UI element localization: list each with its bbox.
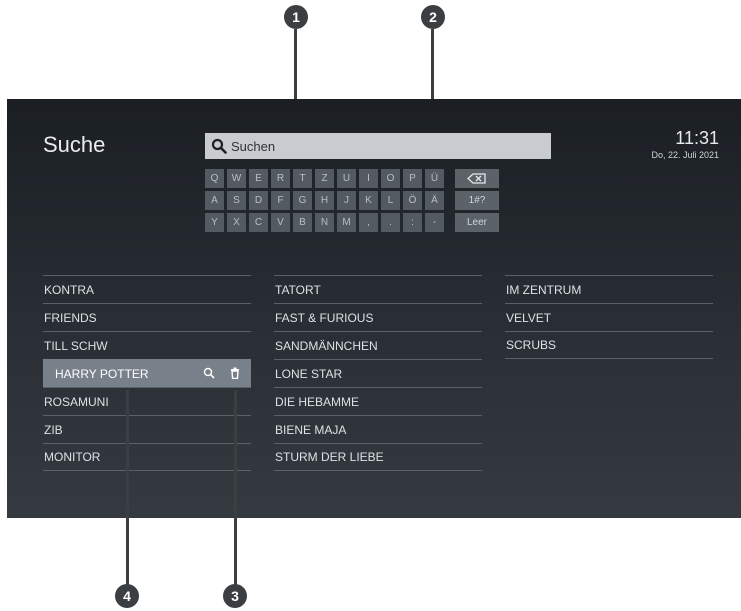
search-icon bbox=[211, 138, 227, 154]
key[interactable]: - bbox=[425, 213, 444, 232]
callout-2: 2 bbox=[421, 5, 445, 29]
key[interactable]: Z bbox=[315, 169, 334, 188]
key[interactable]: H bbox=[315, 191, 334, 210]
callout-3-line bbox=[234, 390, 237, 586]
history-item[interactable]: IM ZENTRUM bbox=[505, 275, 713, 303]
history-item[interactable]: DIE HEBAMME bbox=[274, 387, 482, 415]
key[interactable]: N bbox=[315, 213, 334, 232]
callout-1: 1 bbox=[284, 5, 308, 29]
search-input[interactable]: Suchen bbox=[205, 133, 551, 159]
space-key[interactable]: Leer bbox=[455, 213, 499, 232]
history-item[interactable]: VELVET bbox=[505, 303, 713, 331]
clock-date: Do, 22. Juli 2021 bbox=[651, 150, 719, 160]
key[interactable]: Ö bbox=[403, 191, 422, 210]
backspace-icon bbox=[467, 173, 486, 184]
key[interactable]: C bbox=[249, 213, 268, 232]
key[interactable]: O bbox=[381, 169, 400, 188]
callout-4-line bbox=[126, 390, 129, 586]
key[interactable]: X bbox=[227, 213, 246, 232]
key[interactable]: Ü bbox=[425, 169, 444, 188]
keyboard-row-2: A S D F G H J K L Ö Ä 1#? bbox=[205, 191, 502, 210]
key[interactable]: I bbox=[359, 169, 378, 188]
search-icon[interactable] bbox=[203, 367, 215, 379]
search-placeholder: Suchen bbox=[231, 138, 276, 154]
key[interactable]: Q bbox=[205, 169, 224, 188]
history-item[interactable]: TILL SCHW bbox=[43, 331, 251, 359]
key[interactable]: . bbox=[381, 213, 400, 232]
key[interactable]: U bbox=[337, 169, 356, 188]
key[interactable]: S bbox=[227, 191, 246, 210]
clock: 11:31 Do, 22. Juli 2021 bbox=[651, 129, 719, 160]
key[interactable]: B bbox=[293, 213, 312, 232]
history-item-actions bbox=[203, 367, 241, 379]
key[interactable]: J bbox=[337, 191, 356, 210]
page-title: Suche bbox=[43, 132, 106, 157]
key[interactable]: Y bbox=[205, 213, 224, 232]
history-item[interactable]: STURM DER LIEBE bbox=[274, 443, 482, 471]
callout-4: 4 bbox=[115, 584, 139, 608]
key[interactable]: W bbox=[227, 169, 246, 188]
history-item[interactable]: FRIENDS bbox=[43, 303, 251, 331]
on-screen-keyboard: Q W E R T Z U I O P Ü A S D F G H J K L … bbox=[205, 169, 502, 235]
key[interactable]: Ä bbox=[425, 191, 444, 210]
key[interactable]: T bbox=[293, 169, 312, 188]
keyboard-row-1: Q W E R T Z U I O P Ü bbox=[205, 169, 502, 188]
history-item[interactable]: LONE STAR bbox=[274, 359, 482, 387]
history-column-2: TATORT FAST & FURIOUS SANDMÄNNCHEN LONE … bbox=[274, 275, 482, 471]
key[interactable]: E bbox=[249, 169, 268, 188]
symbols-key[interactable]: 1#? bbox=[455, 191, 499, 210]
key[interactable]: G bbox=[293, 191, 312, 210]
key[interactable]: F bbox=[271, 191, 290, 210]
key[interactable]: L bbox=[381, 191, 400, 210]
history-item-label: HARRY POTTER bbox=[55, 366, 149, 381]
key[interactable]: P bbox=[403, 169, 422, 188]
history-column-3: IM ZENTRUM VELVET SCRUBS bbox=[505, 275, 713, 359]
trash-icon[interactable] bbox=[229, 367, 241, 379]
key[interactable]: K bbox=[359, 191, 378, 210]
history-item[interactable]: TATORT bbox=[274, 275, 482, 303]
history-item[interactable]: MONITOR bbox=[43, 443, 251, 471]
history-item[interactable]: FAST & FURIOUS bbox=[274, 303, 482, 331]
key[interactable]: A bbox=[205, 191, 224, 210]
callout-3: 3 bbox=[223, 584, 247, 608]
tv-screen: Suche 11:31 Do, 22. Juli 2021 Suchen Q W… bbox=[7, 99, 741, 518]
key[interactable]: , bbox=[359, 213, 378, 232]
key[interactable]: V bbox=[271, 213, 290, 232]
history-item[interactable]: ZIB bbox=[43, 415, 251, 443]
keyboard-row-3: Y X C V B N M , . : - Leer bbox=[205, 213, 502, 232]
key[interactable]: M bbox=[337, 213, 356, 232]
history-item[interactable]: SANDMÄNNCHEN bbox=[274, 331, 482, 359]
key[interactable]: R bbox=[271, 169, 290, 188]
history-item[interactable]: ROSAMUNI bbox=[43, 387, 251, 415]
key[interactable]: D bbox=[249, 191, 268, 210]
history-item[interactable]: BIENE MAJA bbox=[274, 415, 482, 443]
history-item[interactable]: KONTRA bbox=[43, 275, 251, 303]
key[interactable]: : bbox=[403, 213, 422, 232]
backspace-key[interactable] bbox=[455, 169, 499, 188]
history-item[interactable]: SCRUBS bbox=[505, 331, 713, 359]
history-column-1: KONTRA FRIENDS TILL SCHW HARRY POTTER RO… bbox=[43, 275, 251, 471]
history-item-selected[interactable]: HARRY POTTER bbox=[43, 359, 251, 387]
clock-time: 11:31 bbox=[675, 128, 719, 148]
